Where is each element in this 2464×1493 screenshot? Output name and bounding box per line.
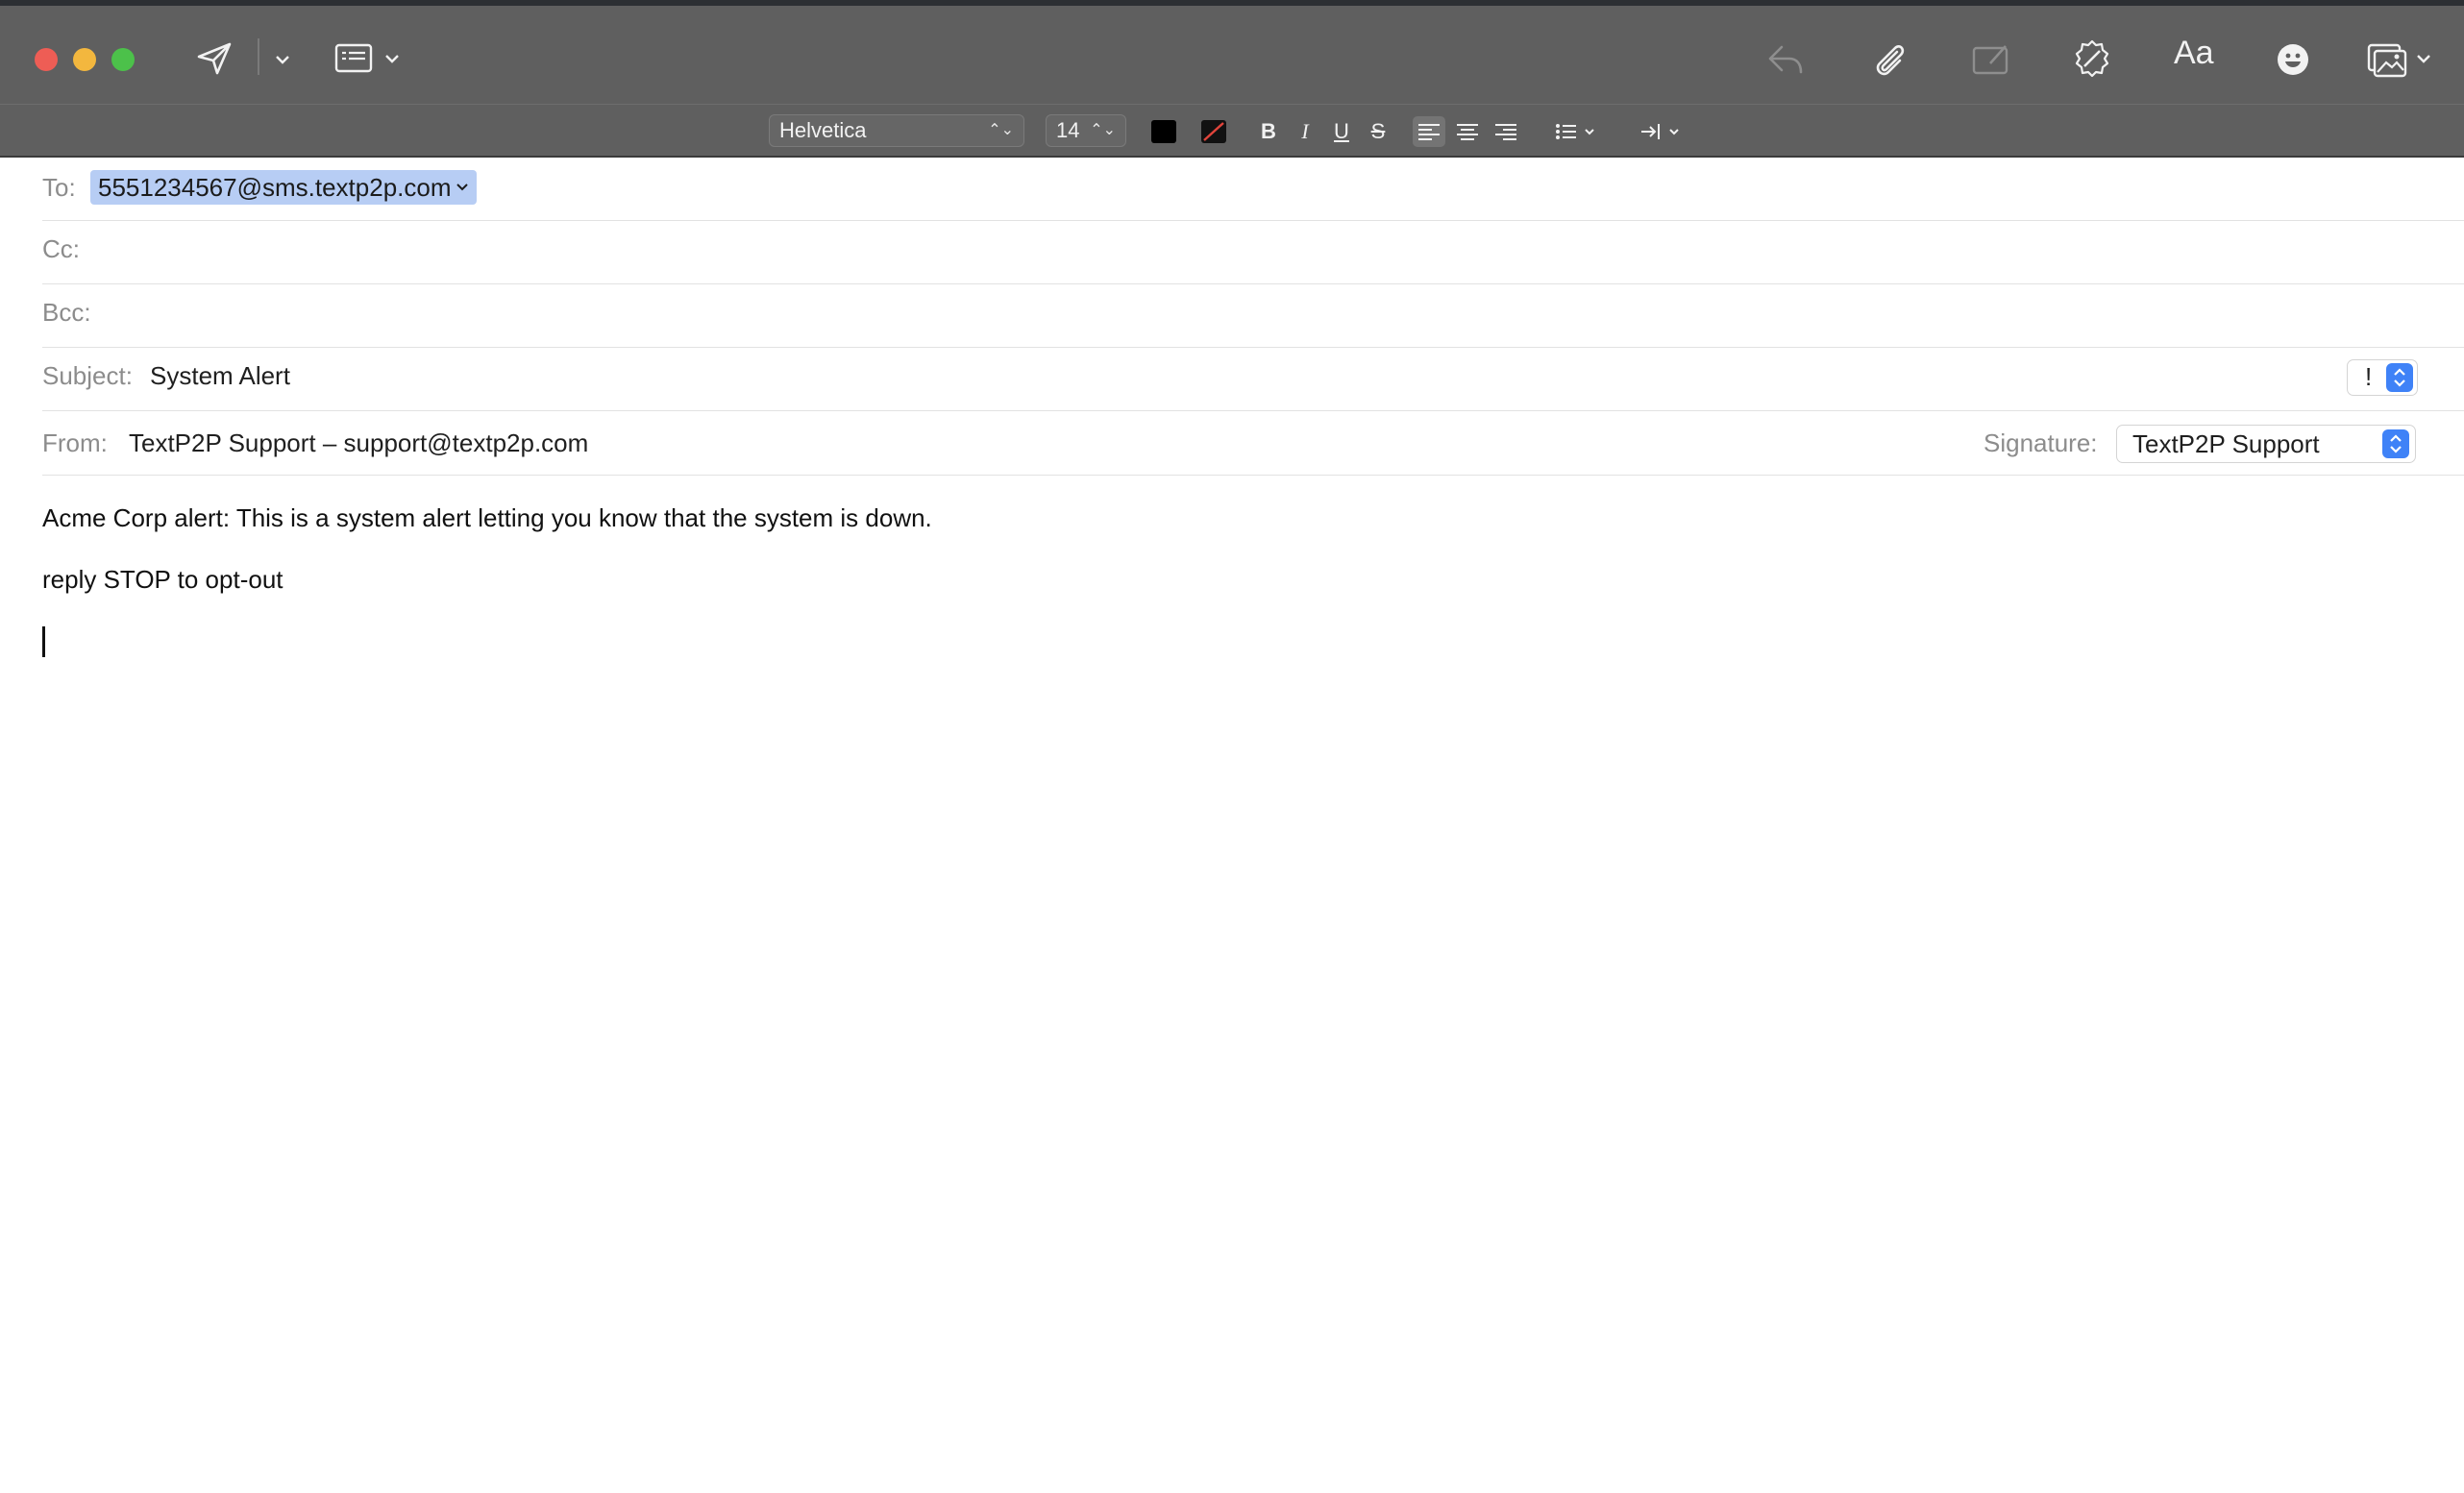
text-cursor <box>42 626 45 657</box>
from-account-select[interactable]: TextP2P Support – support@textp2p.com <box>129 428 588 458</box>
bcc-field-row[interactable]: Bcc: <box>42 284 2464 348</box>
updown-chevron-icon <box>2382 429 2409 458</box>
align-right-icon[interactable] <box>1490 116 1522 147</box>
message-body-line[interactable]: reply STOP to opt-out <box>42 565 283 595</box>
font-family-select[interactable]: Helvetica ⌃⌄ <box>769 114 1024 147</box>
paperclip-icon[interactable] <box>1868 38 1910 81</box>
signature-label: Signature: <box>1984 428 2098 457</box>
zoom-window-button[interactable] <box>111 48 135 71</box>
strikethrough-button[interactable]: S <box>1365 114 1392 149</box>
markup-icon[interactable] <box>1970 40 2012 79</box>
close-window-button[interactable] <box>35 48 58 71</box>
reply-icon[interactable] <box>1764 40 1807 79</box>
bcc-label: Bcc: <box>42 298 91 327</box>
signature-value: TextP2P Support <box>2132 429 2320 458</box>
message-body-line[interactable]: Acme Corp alert: This is a system alert … <box>42 503 932 533</box>
font-family-value: Helvetica <box>779 118 867 142</box>
header-fields-icon[interactable] <box>333 40 406 77</box>
font-size-value: 14 <box>1056 118 1080 142</box>
mail-compose-window: Aa Helvetica ⌃⌄ 14 ⌃⌄ B I U S To: 555123… <box>0 0 2464 1493</box>
updown-chevron-icon <box>2386 363 2413 392</box>
background-color-swatch[interactable] <box>1201 120 1226 143</box>
priority-select[interactable]: ! <box>2347 359 2418 396</box>
emoji-icon[interactable] <box>2276 42 2310 77</box>
text-color-swatch[interactable] <box>1151 120 1176 143</box>
underline-button[interactable]: U <box>1328 114 1355 149</box>
updown-chevron-icon: ⌃⌄ <box>1090 122 1116 138</box>
priority-value: ! <box>2365 362 2373 391</box>
format-bar: Helvetica ⌃⌄ 14 ⌃⌄ B I U S <box>0 104 2464 158</box>
align-center-icon[interactable] <box>1451 116 1484 147</box>
recipient-token[interactable]: 5551234567@sms.textp2p.com <box>90 170 477 205</box>
paper-plane-icon[interactable] <box>192 38 236 79</box>
signature-select[interactable]: TextP2P Support <box>2116 425 2416 463</box>
subject-input[interactable]: System Alert <box>150 361 290 391</box>
align-left-icon[interactable] <box>1413 116 1445 147</box>
toolbar-divider <box>258 38 259 75</box>
bold-button[interactable]: B <box>1255 114 1282 149</box>
list-icon[interactable] <box>1553 116 1605 147</box>
recipient-address: 5551234567@sms.textp2p.com <box>98 173 452 202</box>
photo-browser-icon[interactable] <box>2366 38 2435 81</box>
minimize-window-button[interactable] <box>73 48 96 71</box>
cc-field-row[interactable]: Cc: <box>42 221 2464 284</box>
cc-label: Cc: <box>42 234 80 263</box>
subject-label: Subject: <box>42 361 133 390</box>
updown-chevron-icon: ⌃⌄ <box>988 122 1014 138</box>
from-label: From: <box>42 428 108 457</box>
subject-field-row: Subject: System Alert <box>42 348 2464 411</box>
chevron-down-icon <box>456 184 468 191</box>
send-options-chevron-icon[interactable] <box>271 48 294 71</box>
format-panel-button[interactable]: Aa <box>2174 35 2214 72</box>
from-field-row: From: TextP2P Support – support@textp2p.… <box>42 411 2464 476</box>
toolbar: Aa <box>0 0 2464 104</box>
writing-tools-icon[interactable] <box>2070 37 2114 81</box>
indent-icon[interactable] <box>1638 116 1689 147</box>
to-label: To: <box>42 173 76 202</box>
italic-button[interactable]: I <box>1292 114 1318 149</box>
font-size-select[interactable]: 14 ⌃⌄ <box>1046 114 1126 147</box>
